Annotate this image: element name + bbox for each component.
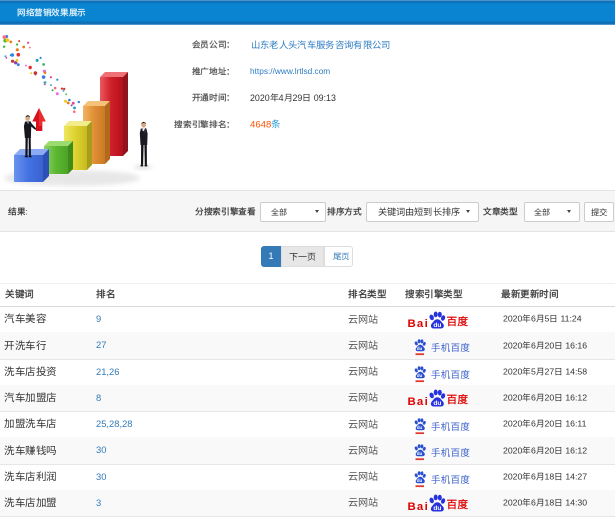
svg-text:du: du xyxy=(433,505,441,512)
svg-text:du: du xyxy=(433,400,441,407)
svg-text:i: i xyxy=(425,396,428,407)
svg-text:B: B xyxy=(408,501,416,512)
svg-text:i: i xyxy=(425,501,428,512)
svg-text:du: du xyxy=(433,322,441,329)
svg-text:B: B xyxy=(408,396,416,407)
svg-text:B: B xyxy=(408,317,416,328)
svg-text:du: du xyxy=(417,451,423,456)
svg-text:du: du xyxy=(417,425,423,430)
svg-text:du: du xyxy=(417,373,423,378)
svg-text:a: a xyxy=(417,501,424,512)
svg-text:du: du xyxy=(417,478,423,483)
svg-text:a: a xyxy=(417,317,424,328)
svg-text:du: du xyxy=(417,346,423,351)
svg-text:a: a xyxy=(417,396,424,407)
svg-text:i: i xyxy=(425,317,428,328)
